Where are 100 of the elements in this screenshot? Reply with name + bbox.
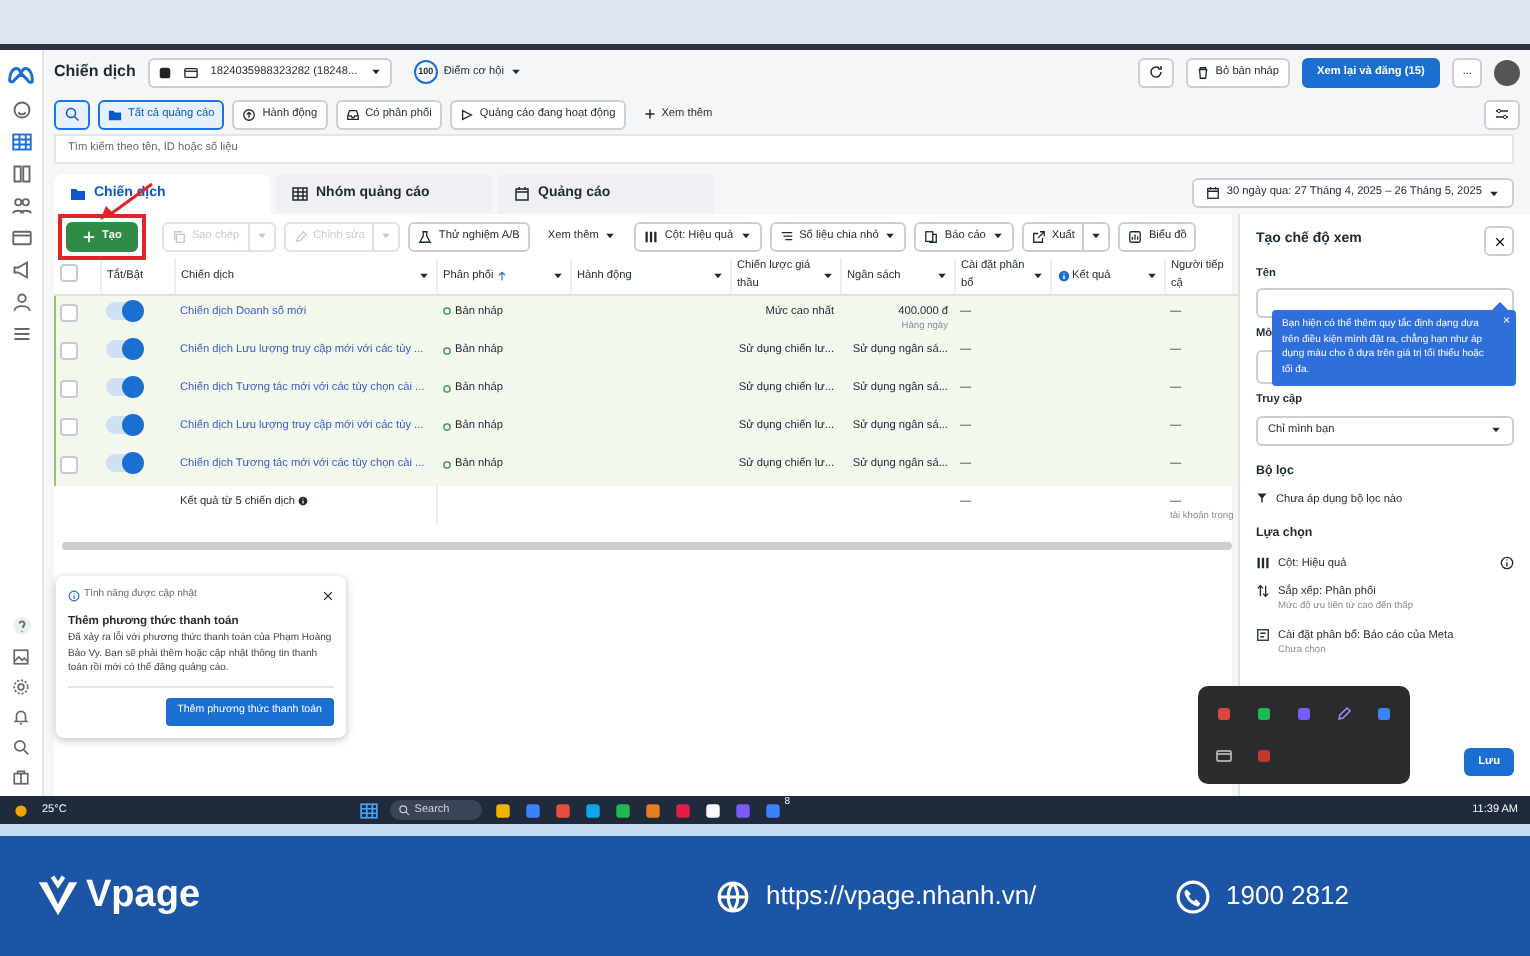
brand-name: Vpage [86,871,201,920]
caret-icon[interactable] [551,269,563,282]
calendar-icon [514,186,530,202]
card-icon[interactable] [11,228,31,248]
bag-icon[interactable] [12,768,30,786]
columns-icon [1256,555,1270,570]
report-icon [1256,627,1270,642]
filter-icon [1256,491,1268,504]
caret-icon [739,230,752,242]
book-icon[interactable] [11,164,31,184]
caret-icon[interactable] [821,269,833,282]
caret-icon [509,66,522,78]
people-icon[interactable] [11,196,31,216]
caret-icon [884,230,897,242]
search-icon [398,804,411,816]
toggle-switch[interactable] [106,340,142,359]
status-ring-icon [442,383,452,394]
close-icon [1493,235,1505,247]
refresh-icon [1147,64,1164,80]
menu-icon[interactable] [11,324,31,344]
toggle-switch[interactable] [106,454,142,473]
grid-icon [292,186,308,202]
arrow-circle-icon [242,107,257,121]
status-ring-icon [442,459,452,470]
pencil-icon [293,229,308,243]
status-ring-icon [442,306,452,317]
caret-icon [604,230,617,242]
status-ring-icon [442,345,452,356]
inbox-icon [345,107,360,121]
folder-icon [108,107,122,121]
info-icon [68,589,80,602]
search-button[interactable] [54,99,90,129]
row-checkbox[interactable] [60,456,78,475]
image-icon[interactable] [12,648,30,666]
chart-icon [1128,229,1143,243]
caret-icon[interactable] [1145,269,1157,282]
page-title: Chiến dịch [54,60,136,84]
search-icon[interactable] [12,738,30,756]
row-checkbox[interactable] [60,303,78,321]
plus-icon [82,229,96,243]
brand-logo-icon [36,874,80,918]
caret-icon [369,66,382,78]
sliders-icon [1494,106,1510,122]
toggle-switch[interactable] [106,378,142,397]
caret-icon [1090,230,1103,242]
info-icon[interactable] [1500,555,1514,570]
phone-icon [1176,879,1210,913]
caret-icon [1490,424,1502,437]
website-url[interactable]: https://vpage.nhanh.vn/ [766,876,1037,916]
copy-icon [171,229,186,243]
caret-icon[interactable] [935,269,947,282]
folder-icon [70,186,86,202]
info-icon [1057,269,1069,282]
megaphone-icon[interactable] [11,260,31,280]
select-all-checkbox[interactable] [60,263,78,282]
row-checkbox[interactable] [60,342,78,361]
caret-icon[interactable] [711,269,723,282]
app-icon[interactable] [1216,748,1232,765]
close-button[interactable] [1484,226,1514,256]
person-icon[interactable] [11,292,31,312]
smiley-icon[interactable] [11,100,31,120]
toggle-switch[interactable] [106,416,142,435]
card-icon [184,65,199,79]
weather-icon[interactable] [12,801,30,819]
play-icon [459,107,474,121]
trash-icon [1195,65,1210,79]
list-icon [779,229,794,243]
columns-icon [644,229,659,243]
search-icon [64,106,80,122]
start-icon[interactable] [360,801,379,819]
sort-up-icon [496,269,509,282]
avatar[interactable] [1494,59,1520,85]
caret-icon [380,230,393,242]
caret-icon [255,230,268,242]
export-icon [1031,229,1046,243]
calendar-icon [1206,186,1221,200]
help-icon[interactable] [11,616,31,636]
caret-icon [991,230,1004,242]
bell-icon[interactable] [12,708,30,726]
pen-icon[interactable] [1336,705,1352,722]
globe-icon [716,879,750,913]
caret-icon [1488,187,1500,199]
plus-icon [643,108,656,120]
settings-button[interactable] [1484,99,1520,129]
row-checkbox[interactable] [60,380,78,399]
info-icon [298,496,309,507]
grid-icon[interactable] [11,132,31,152]
flask-icon [418,229,433,243]
refresh-button[interactable] [1137,57,1174,87]
settings-icon[interactable] [12,678,30,696]
sort-icon [1256,584,1270,599]
phone-number[interactable]: 1900 2812 [1226,876,1349,916]
meta-logo-icon[interactable] [8,62,34,88]
report-icon [924,229,939,243]
caret-icon[interactable] [417,269,429,282]
caret-icon[interactable] [1031,269,1043,282]
row-checkbox[interactable] [60,418,78,437]
toggle-switch[interactable] [106,301,142,319]
close-icon[interactable] [322,589,334,602]
status-ring-icon [442,421,452,432]
